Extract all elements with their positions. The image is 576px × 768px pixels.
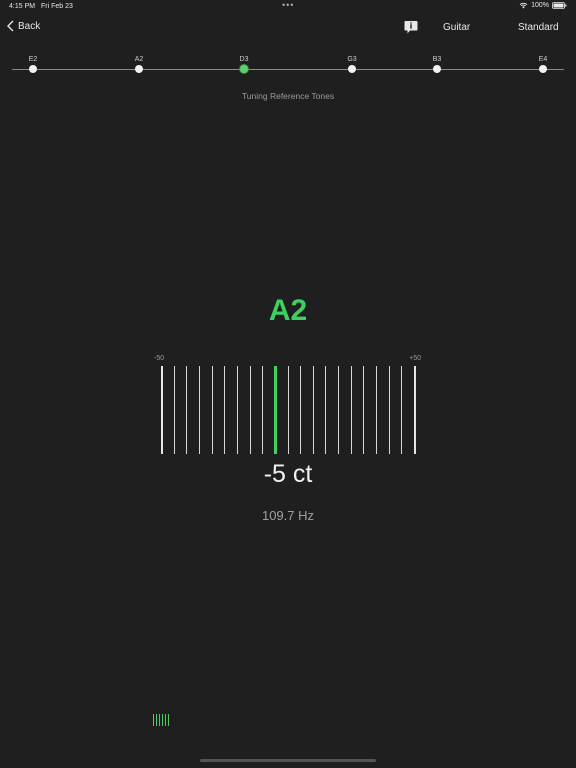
- chevron-left-icon: [7, 20, 14, 32]
- status-date: Fri Feb 23: [41, 3, 73, 10]
- string-dot: [29, 65, 37, 73]
- meter-tick: [401, 366, 403, 454]
- reference-tones-button[interactable]: Tuning Reference Tones: [0, 91, 576, 101]
- meter-tick: [224, 366, 226, 454]
- string-dot: [433, 65, 441, 73]
- meter-tick: [350, 366, 352, 454]
- string-selector-track: [12, 69, 564, 70]
- meter-tick: [376, 366, 378, 454]
- level-bar: [159, 714, 160, 726]
- input-level-meter: [153, 714, 173, 726]
- detected-note: A2: [268, 294, 308, 327]
- wifi-icon: [519, 2, 528, 9]
- meter-tick: [186, 366, 188, 454]
- string-label: B3: [432, 56, 442, 63]
- level-bar: [168, 714, 169, 726]
- string-label: A2: [134, 56, 144, 63]
- meter-tick: [249, 366, 251, 454]
- string-dot: [539, 65, 547, 73]
- string-dot: [348, 65, 356, 73]
- cents-meter: -50 +50: [150, 355, 426, 459]
- status-bar: 4:15 PM Fri Feb 23 ••• 100%: [0, 0, 576, 14]
- meter-tick: [300, 366, 302, 454]
- meter-tick: [325, 366, 327, 454]
- meter-min-label: -50: [154, 355, 165, 362]
- back-button[interactable]: Back: [7, 20, 40, 32]
- meter-tick: [388, 366, 390, 454]
- string-dot-active: [240, 65, 248, 73]
- string-label: D3: [239, 56, 249, 63]
- info-button[interactable]: [404, 20, 418, 38]
- status-indicators: 100%: [519, 2, 567, 9]
- string-dot: [135, 65, 143, 73]
- level-bar: [162, 714, 163, 726]
- meter-tick: [236, 366, 238, 454]
- meter-tick: [414, 366, 416, 454]
- battery-icon: [552, 2, 567, 9]
- cents-readout: -5 ct: [263, 460, 313, 488]
- meter-tick: [198, 366, 200, 454]
- meter-tick: [287, 366, 289, 454]
- meter-tick: [211, 366, 213, 454]
- meter-tick: [312, 366, 314, 454]
- level-bar: [156, 714, 157, 726]
- instrument-selector[interactable]: Guitar: [443, 22, 470, 33]
- level-bar: [165, 714, 166, 726]
- frequency-readout: 109.7 Hz: [261, 508, 315, 523]
- multitasking-dots-icon[interactable]: •••: [282, 0, 294, 10]
- level-bar: [153, 714, 154, 726]
- navigation-bar: Back Guitar Standard: [0, 18, 576, 38]
- meter-tick: [173, 366, 175, 454]
- tuning-selector[interactable]: Standard: [518, 22, 559, 33]
- home-indicator[interactable]: [200, 759, 376, 762]
- battery-percent: 100%: [531, 2, 549, 9]
- meter-max-label: +50: [409, 355, 421, 362]
- meter-tick: [338, 366, 340, 454]
- string-label: E4: [538, 56, 548, 63]
- info-bubble-icon: [404, 21, 418, 34]
- string-label: G3: [347, 56, 357, 63]
- status-time: 4:15 PM: [9, 3, 36, 10]
- meter-tick: [161, 366, 163, 454]
- meter-tick: [363, 366, 365, 454]
- meter-tick: [262, 366, 264, 454]
- tuning-needle: [273, 366, 277, 454]
- back-label: Back: [18, 20, 41, 32]
- string-label: E2: [28, 56, 38, 63]
